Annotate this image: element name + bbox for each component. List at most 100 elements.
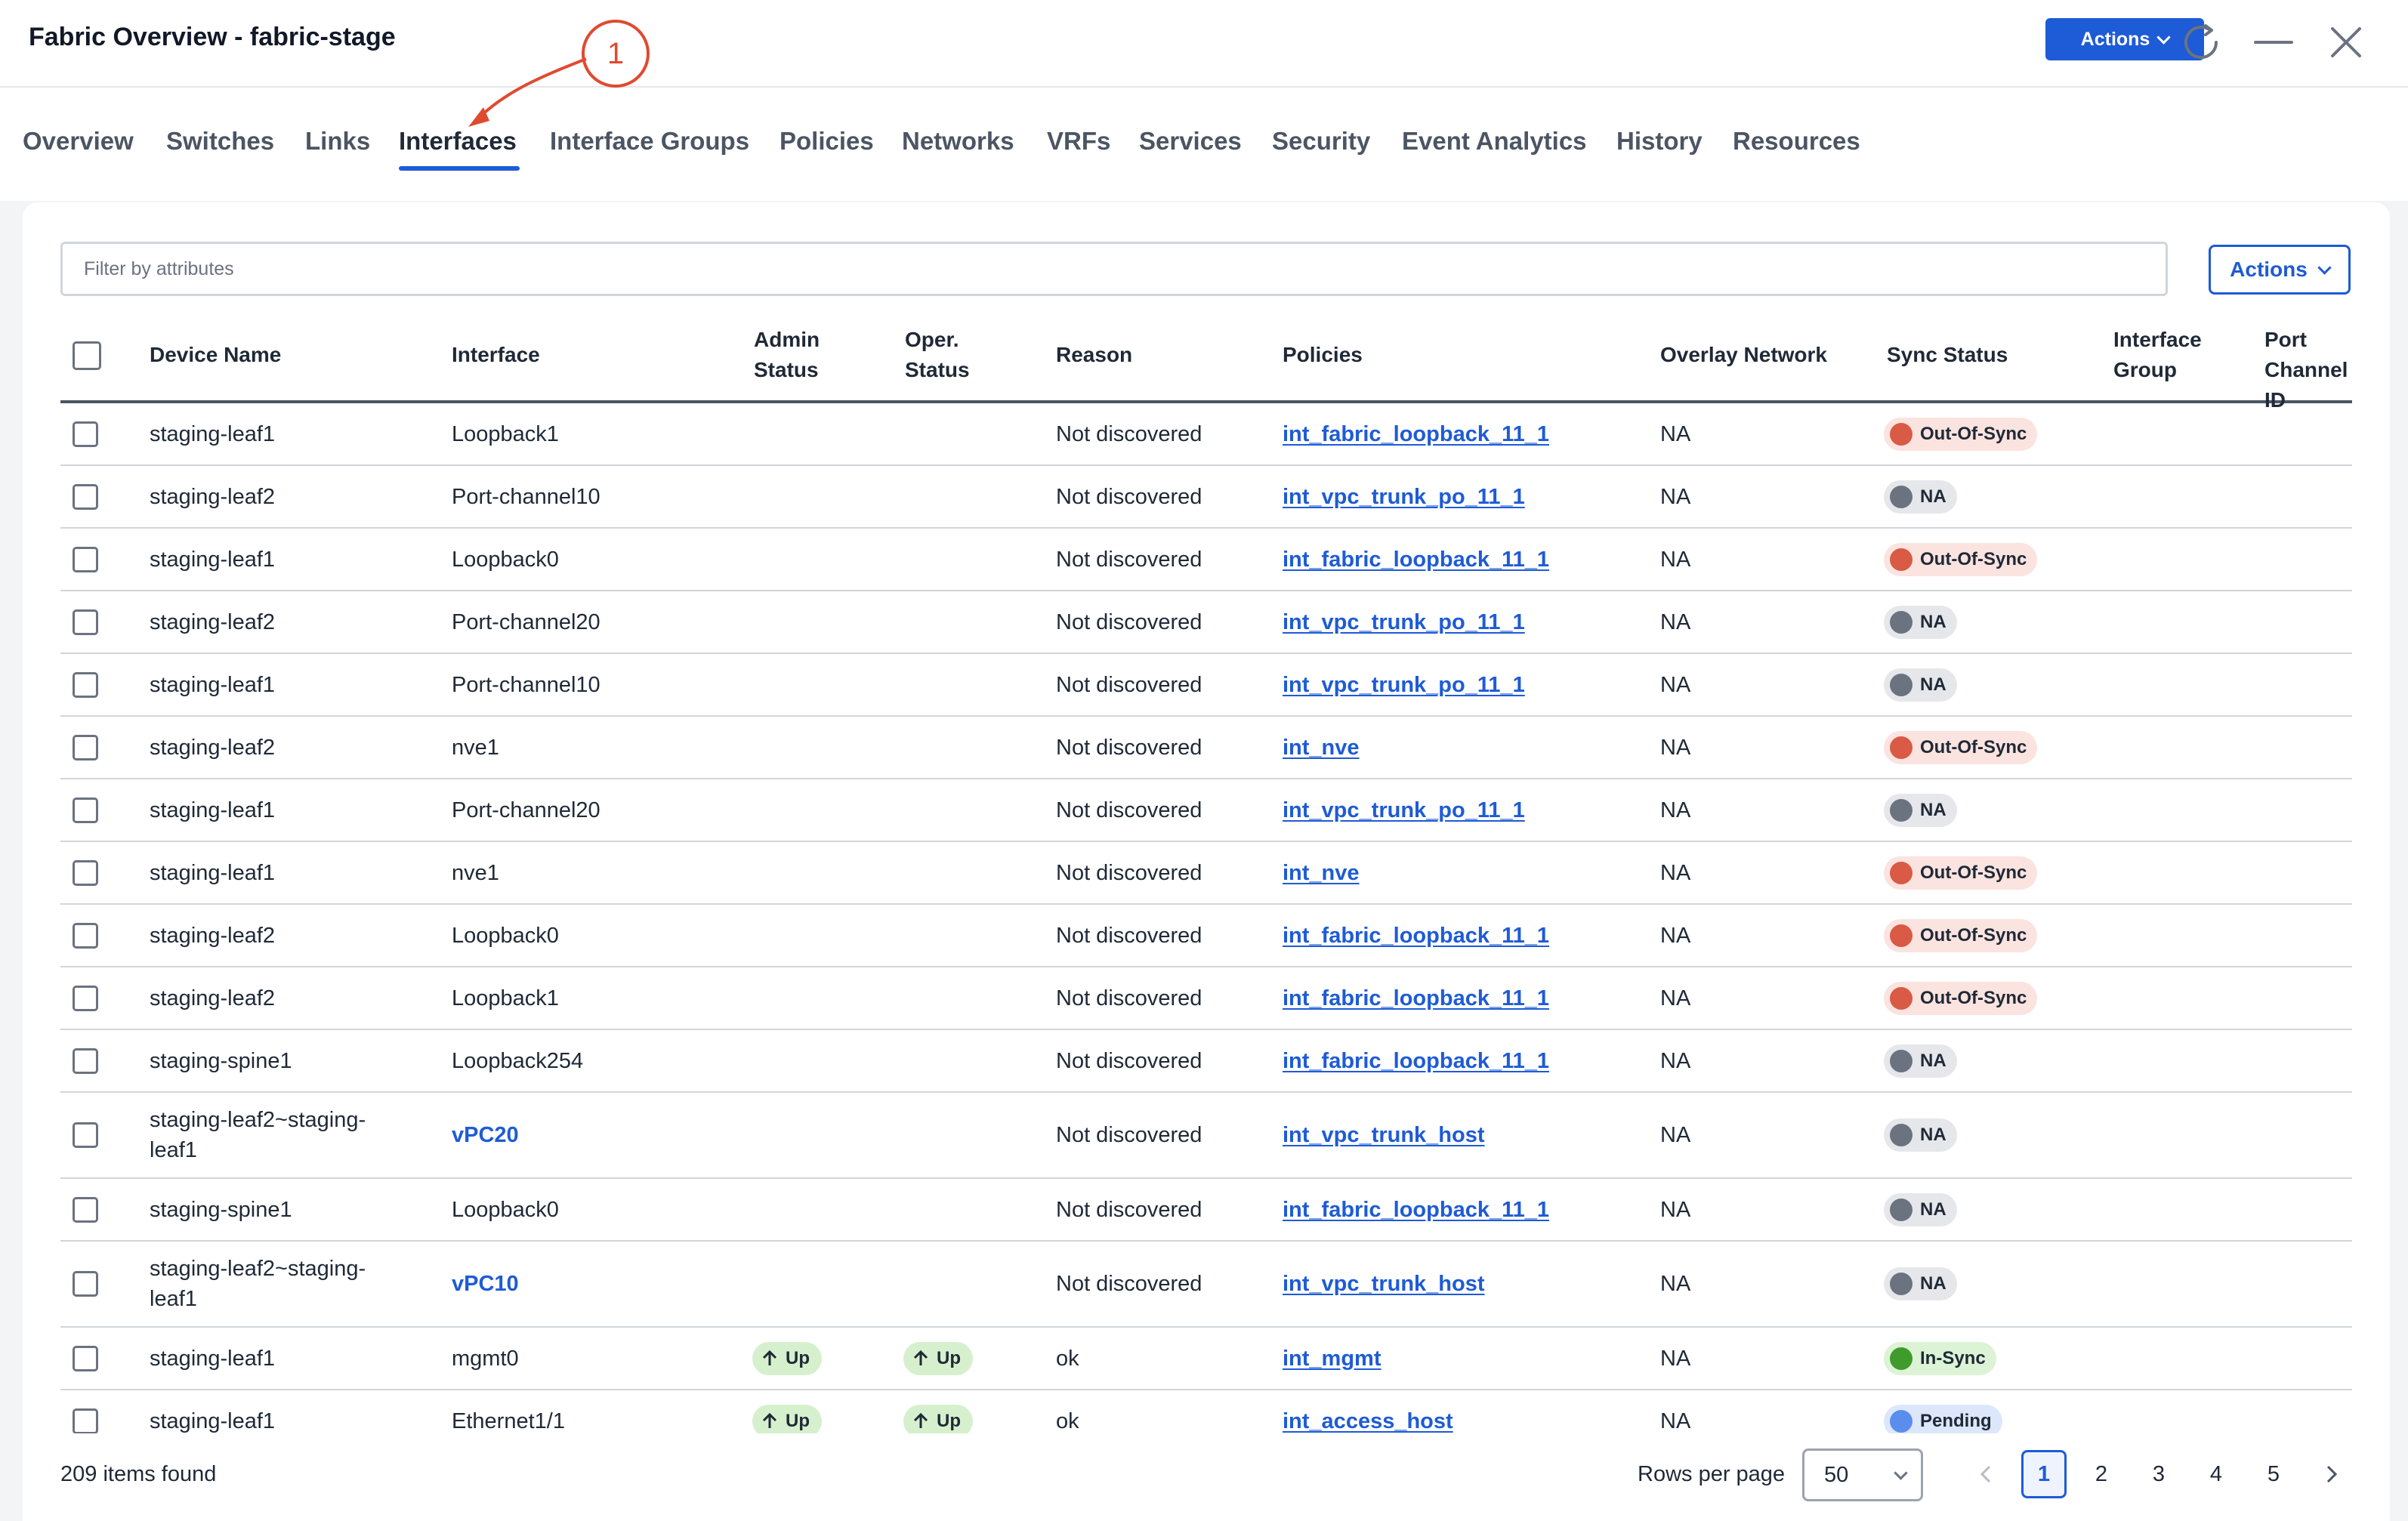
col-port-channel-id[interactable]: Port Channel ID [2264,325,2352,415]
col-interface[interactable]: Interface [452,340,540,370]
page-3-button[interactable]: 3 [2136,1450,2181,1498]
page-5-button[interactable]: 5 [2251,1450,2296,1498]
rows-per-page-select[interactable]: 50 [1802,1448,1923,1501]
interface-cell: Port-channel10 [452,672,600,697]
reason-cell: Not discovered [1056,798,1202,822]
col-policies[interactable]: Policies [1283,340,1363,370]
sync-status-text: In-Sync [1920,1347,1986,1368]
interface-cell: nve1 [452,735,499,760]
tab-policies[interactable]: Policies [780,127,874,156]
row-checkbox[interactable] [73,859,98,886]
table-header: Device Name Interface Admin Status Oper. S… [60,308,2352,412]
refresh-button[interactable] [2177,18,2225,66]
page-1-button[interactable]: 1 [2021,1450,2067,1498]
interface-cell[interactable]: vPC20 [452,1120,519,1150]
tab-services[interactable]: Services [1139,127,1242,156]
table-row[interactable]: staging-spine1 Loopback0 Not discovered int… [60,1179,2352,1242]
table-row[interactable]: staging-leaf2 Port-channel20 Not discovere… [60,591,2352,654]
row-checkbox[interactable] [73,797,98,823]
table-row[interactable]: staging-leaf2~staging-leaf1 vPC20 Not disc… [60,1093,2352,1179]
policy-link[interactable]: int_nve [1283,858,1360,888]
table-row[interactable]: staging-leaf1 mgmt0 Up Up ok int_mgmt NA In-Syn… [60,1328,2352,1390]
col-oper-status[interactable]: Oper. Status [905,325,970,385]
table-row[interactable]: staging-leaf2 Loopback1 Not discovered int_… [60,967,2352,1030]
filter-input[interactable] [60,242,2168,296]
policy-link[interactable]: int_mgmt [1283,1344,1382,1374]
policy-link[interactable]: int_fabric_loopback_11_1 [1283,545,1549,575]
select-all-checkbox[interactable] [73,341,101,370]
row-checkbox[interactable] [73,734,98,760]
tab-interface-groups[interactable]: Interface Groups [550,127,749,156]
table-row[interactable]: staging-leaf1 Loopback1 Not discovered int_… [60,403,2352,466]
tab-vrfs[interactable]: VRFs [1047,127,1110,156]
reason-cell: Not discovered [1056,484,1202,509]
policy-link[interactable]: int_access_host [1283,1406,1453,1436]
col-interface-group[interactable]: Interface Group [2113,325,2202,385]
table-footer: 209 items found Rows per page 50 1 2 3 4… [23,1433,2390,1521]
row-checkbox[interactable] [73,1345,98,1371]
policy-link[interactable]: int_vpc_trunk_host [1283,1269,1485,1299]
col-overlay-network[interactable]: Overlay Network [1660,340,1827,370]
policy-link[interactable]: int_vpc_trunk_po_11_1 [1283,482,1525,512]
row-checkbox[interactable] [73,483,98,510]
row-checkbox[interactable] [73,1047,98,1074]
sync-status-text: Out-Of-Sync [1920,987,2027,1008]
tab-switches[interactable]: Switches [166,127,274,156]
close-button[interactable] [2322,18,2370,66]
table-row[interactable]: staging-leaf2 nve1 Not discovered int_nve NA… [60,717,2352,779]
page-2-button[interactable]: 2 [2079,1450,2124,1498]
tab-event-analytics[interactable]: Event Analytics [1402,127,1587,156]
table-row[interactable]: staging-leaf2 Port-channel10 Not discovere… [60,466,2352,529]
interface-cell[interactable]: vPC10 [452,1269,519,1299]
table-row[interactable]: staging-leaf1 Loopback0 Not discovered int_… [60,529,2352,591]
policy-link[interactable]: int_vpc_trunk_po_11_1 [1283,795,1525,825]
row-checkbox[interactable] [73,1271,98,1297]
policy-link[interactable]: int_vpc_trunk_po_11_1 [1283,607,1525,637]
table-row[interactable]: staging-leaf2~staging-leaf1 vPC10 Not disc… [60,1242,2352,1328]
tab-links[interactable]: Links [305,127,370,156]
policy-link[interactable]: int_vpc_trunk_host [1283,1120,1485,1150]
active-tab-indicator [399,166,520,171]
table-row[interactable]: staging-leaf1 Port-channel10 Not discovere… [60,654,2352,717]
row-checkbox[interactable] [73,546,98,572]
prev-page-button[interactable] [1964,1450,2009,1498]
row-checkbox[interactable] [73,671,98,698]
row-checkbox[interactable] [73,922,98,949]
table-row[interactable]: staging-leaf1 nve1 Not discovered int_nve NA… [60,842,2352,905]
tab-networks[interactable]: Networks [902,127,1014,156]
table-row[interactable]: staging-leaf1 Port-channel20 Not discovere… [60,779,2352,842]
table-actions-button[interactable]: Actions [2209,245,2351,295]
policy-link[interactable]: int_vpc_trunk_po_11_1 [1283,670,1525,700]
col-sync-status[interactable]: Sync Status [1887,340,2008,370]
policy-link[interactable]: int_nve [1283,733,1360,763]
row-checkbox[interactable] [73,985,98,1011]
next-page-button[interactable] [2308,1450,2354,1498]
table-row[interactable]: staging-leaf2 Loopback0 Not discovered int_… [60,905,2352,967]
row-checkbox[interactable] [73,421,98,447]
tab-resources[interactable]: Resources [1733,127,1860,156]
policy-link[interactable]: int_fabric_loopback_11_1 [1283,1046,1549,1076]
page-4-button[interactable]: 4 [2193,1450,2239,1498]
overlay-network-cell: NA [1660,1048,1691,1073]
table-row[interactable]: staging-spine1 Loopback254 Not discovered i… [60,1030,2352,1093]
policy-link[interactable]: int_fabric_loopback_11_1 [1283,1195,1549,1225]
tab-history[interactable]: History [1616,127,1703,156]
chevron-left-icon [1980,1465,1991,1483]
status-dot-icon [1890,673,1913,696]
tab-overview[interactable]: Overview [23,127,134,156]
sync-status-badge: In-Sync [1884,1341,1996,1375]
row-checkbox[interactable] [73,1196,98,1223]
policy-link[interactable]: int_fabric_loopback_11_1 [1283,419,1549,449]
col-admin-status[interactable]: Admin Status [754,325,820,385]
col-reason[interactable]: Reason [1056,340,1132,370]
minimize-button[interactable] [2249,18,2298,66]
row-checkbox[interactable] [73,1122,98,1148]
tab-security[interactable]: Security [1272,127,1370,156]
row-checkbox[interactable] [73,609,98,635]
col-device-name[interactable]: Device Name [150,340,281,370]
row-checkbox[interactable] [73,1408,98,1434]
status-dot-icon [1890,422,1913,446]
tab-interfaces[interactable]: Interfaces [399,127,517,156]
policy-link[interactable]: int_fabric_loopback_11_1 [1283,921,1549,951]
policy-link[interactable]: int_fabric_loopback_11_1 [1283,983,1549,1013]
